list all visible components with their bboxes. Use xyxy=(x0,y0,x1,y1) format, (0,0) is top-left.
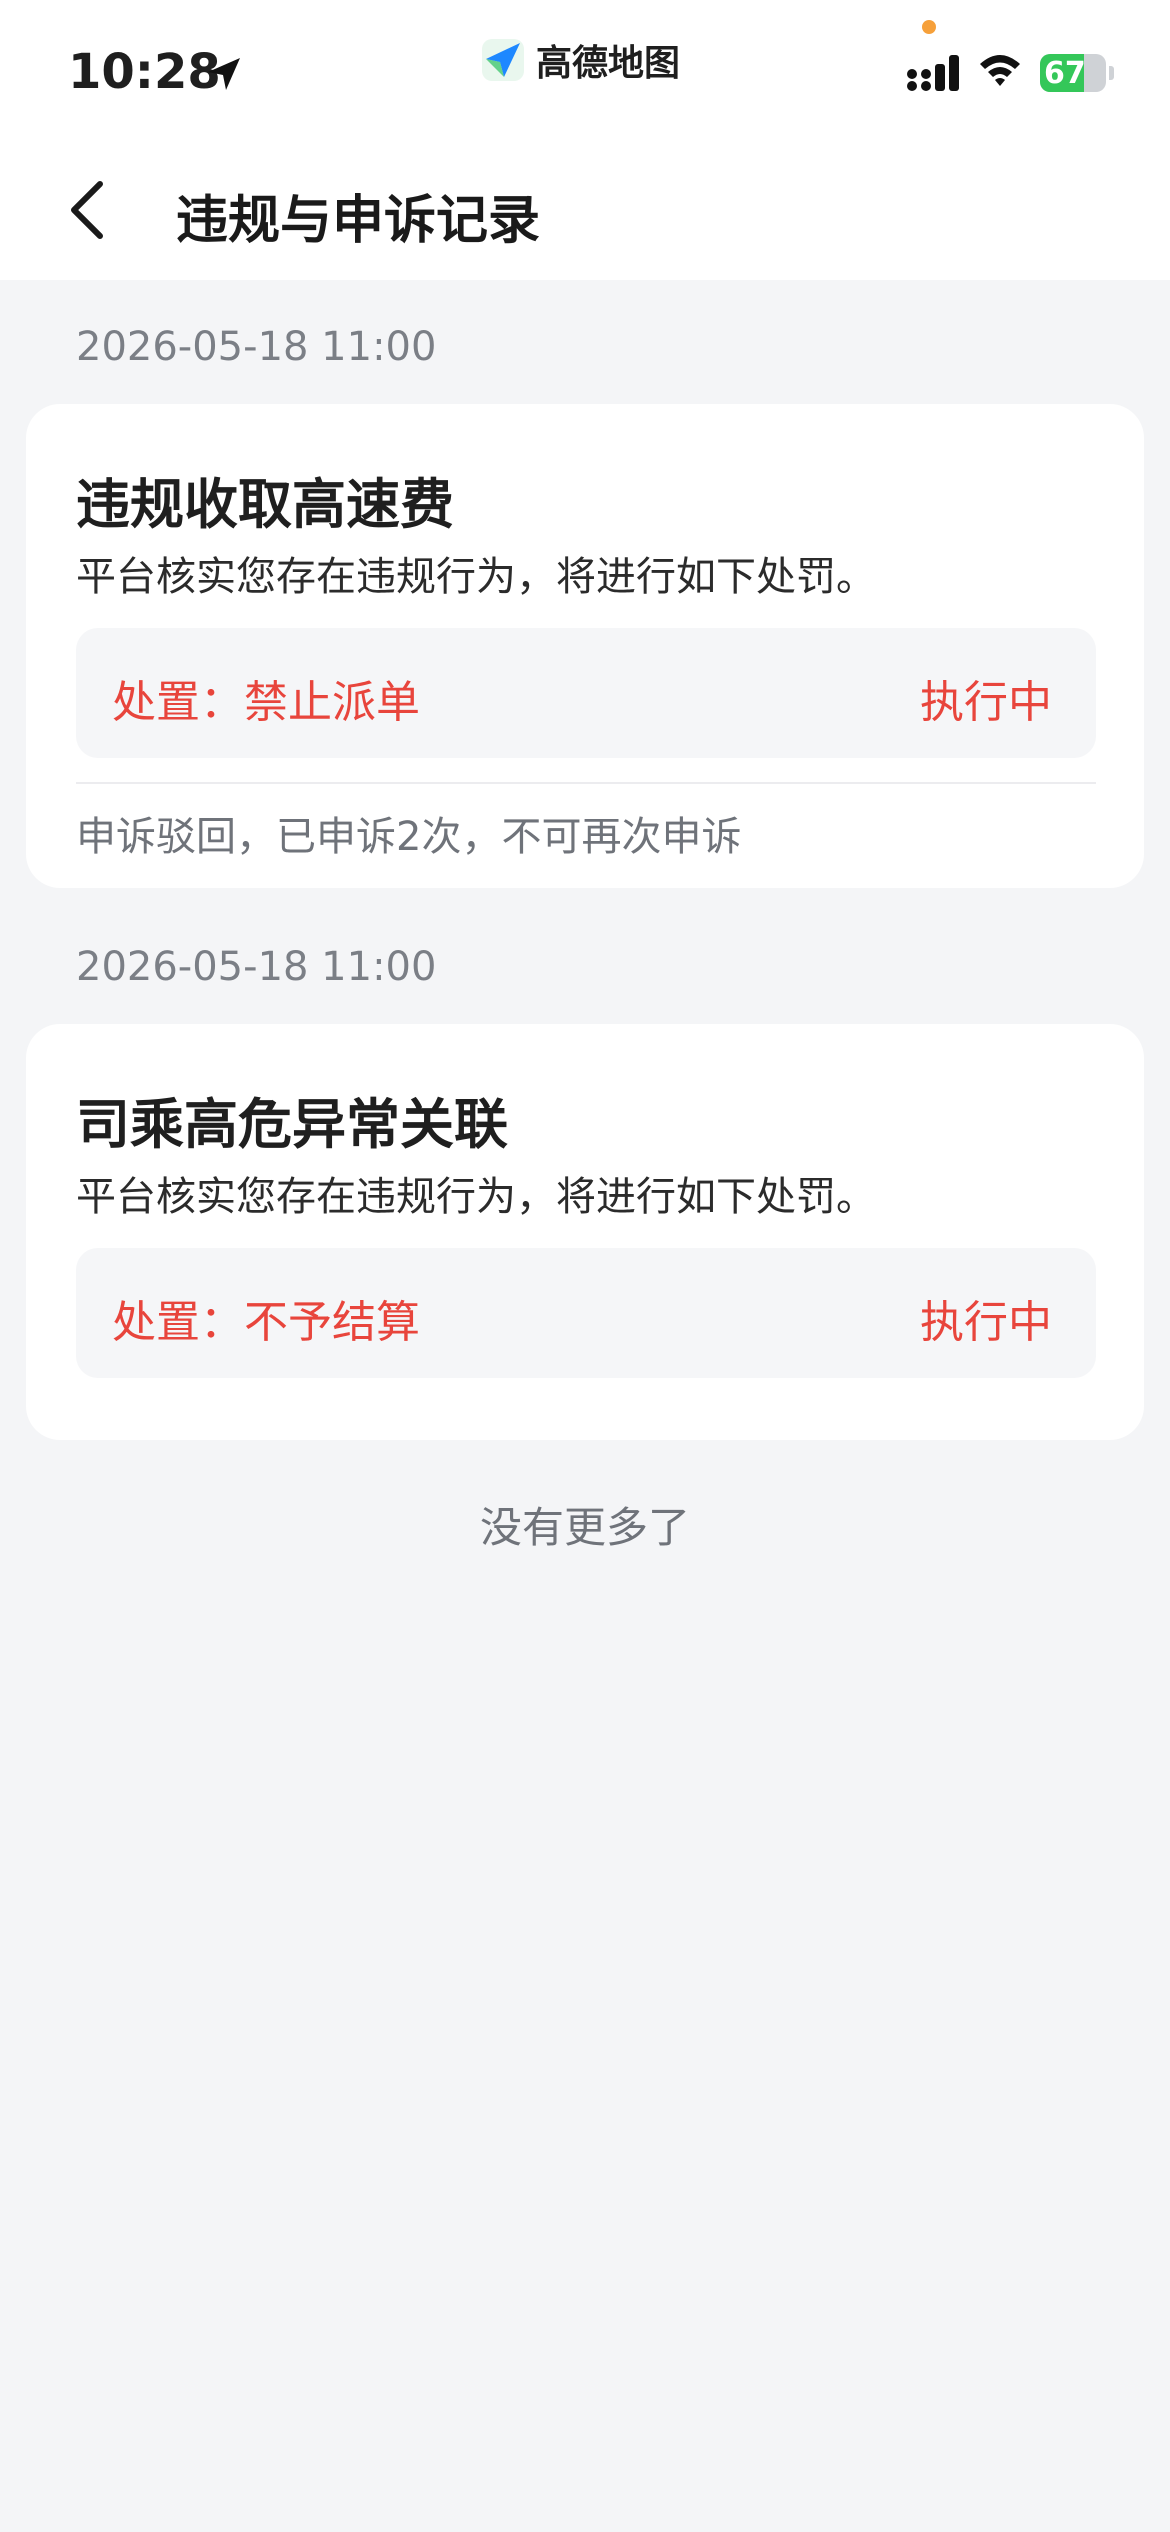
violation-card[interactable]: 司乘高危异常关联 平台核实您存在违规行为，将进行如下处罚。 处置：不予结算 执行… xyxy=(26,1024,1144,1440)
penalty-box: 处置：禁止派单 执行中 xyxy=(76,628,1096,758)
penalty-status: 执行中 xyxy=(920,677,1052,728)
page-title: 违规与申诉记录 xyxy=(176,191,541,251)
violation-description: 平台核实您存在违规行为，将进行如下处罚。 xyxy=(76,554,876,600)
chevron-left-icon xyxy=(71,181,103,239)
no-more-text: 没有更多了 xyxy=(479,1503,690,1552)
location-arrow-icon xyxy=(208,58,240,90)
penalty-status: 执行中 xyxy=(920,1297,1052,1348)
appeal-note: 申诉驳回，已申诉2次，不可再次申诉 xyxy=(76,814,742,860)
signal-icon xyxy=(907,55,959,91)
penalty-box: 处置：不予结算 执行中 xyxy=(76,1248,1096,1378)
nav-bar: 违规与申诉记录 xyxy=(0,140,1170,280)
status-bar: 10:28 高德地图 67 xyxy=(0,0,1170,140)
privacy-indicator-dot xyxy=(922,20,936,34)
record-date: 2026-05-18 11:00 xyxy=(76,324,437,370)
violation-description: 平台核实您存在违规行为，将进行如下处罚。 xyxy=(76,1174,876,1220)
violation-title: 违规收取高速费 xyxy=(76,473,454,536)
back-button[interactable] xyxy=(56,170,126,250)
penalty-label: 处置：禁止派单 xyxy=(112,677,420,728)
divider xyxy=(76,782,1096,784)
status-time: 10:28 xyxy=(68,44,221,100)
record-date: 2026-05-18 11:00 xyxy=(76,944,437,990)
app-logo-icon xyxy=(482,39,524,81)
app-name: 高德地图 xyxy=(536,43,681,84)
penalty-label: 处置：不予结算 xyxy=(112,1297,420,1348)
battery-level-text: 67 xyxy=(1044,56,1086,91)
violation-card[interactable]: 违规收取高速费 平台核实您存在违规行为，将进行如下处罚。 处置：禁止派单 执行中… xyxy=(26,404,1144,888)
battery-icon: 67 xyxy=(1040,54,1114,92)
wifi-icon xyxy=(980,55,1020,86)
app-badge[interactable]: 高德地图 xyxy=(480,34,680,86)
violation-title: 司乘高危异常关联 xyxy=(76,1093,508,1156)
